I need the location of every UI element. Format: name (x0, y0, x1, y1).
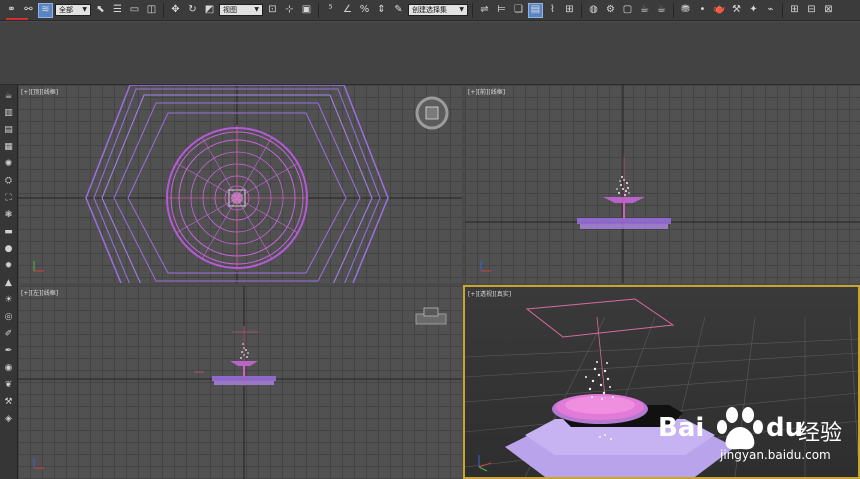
top-view-wireframe (18, 85, 462, 283)
viewport-left[interactable]: [+][左][线框] (18, 286, 462, 479)
viewport-front[interactable]: [+][前][线框] (465, 85, 860, 283)
rendered-frame-icon[interactable]: ▢ (620, 3, 635, 18)
light-bulb-icon[interactable]: ✺ (2, 157, 15, 170)
viewport-label[interactable]: [+][左][线框] (21, 288, 58, 297)
render-shortcut-icon[interactable]: ⛃ (678, 3, 693, 18)
scale-icon[interactable]: ◩ (202, 3, 217, 18)
snaps-toggle-icon[interactable]: ⁵ (323, 3, 338, 18)
maximize-viewport-icon[interactable]: ⊞ (787, 3, 802, 18)
gear-icon[interactable]: ✹ (2, 259, 15, 272)
cone-icon[interactable]: ▲ (2, 276, 15, 289)
mirror-icon[interactable]: ⇌ (477, 3, 492, 18)
render-production-icon[interactable]: ☕ (637, 3, 652, 18)
chevron-down-icon: ▼ (459, 6, 464, 13)
toolbar-divider (782, 2, 783, 18)
angle-snap-icon[interactable]: ∠ (340, 3, 355, 18)
edit-named-selection-icon[interactable]: ✎ (391, 3, 406, 18)
curve-editor-icon[interactable]: ⌇ (545, 3, 560, 18)
viewport-top[interactable]: [+][顶][线框] (18, 85, 462, 283)
ribbon-panel (0, 22, 860, 85)
baidu-url-text: jingyan.baidu.com (720, 448, 831, 462)
rotate-icon[interactable]: ↻ (185, 3, 200, 18)
viewport-label[interactable]: [+][顶][线框] (21, 87, 58, 96)
graphite-tools-icon[interactable]: ▤ (528, 2, 543, 18)
spinner-snap-icon[interactable]: ⇕ (374, 3, 389, 18)
named-selection-value: 创建选择集 (412, 6, 447, 14)
reference-coordinate-dropdown[interactable]: 视图 ▼ (219, 4, 263, 16)
link-tool-underline (6, 18, 28, 20)
spray-icon[interactable]: ✦ (746, 3, 761, 18)
tools-icon[interactable]: ⚒ (2, 395, 15, 408)
side-toolbar: ☕ ▥ ▤ ▦ ✺ ⛭ ⛶ ❃ ▬ ● ✹ ▲ ☀ ◎ ✐ ✒ ◉ ❦ ⚒ ◈ (0, 85, 18, 479)
viewport-label[interactable]: [+][透视][真实] (468, 289, 511, 298)
spacewarp-icon[interactable]: ❃ (2, 208, 15, 221)
percent-snap-icon[interactable]: % (357, 3, 372, 18)
left-view-wireframe (18, 286, 462, 479)
baidu-jingyan-text: 经验 (798, 421, 843, 446)
leaf-icon[interactable]: ❦ (2, 378, 15, 391)
hammer-icon[interactable]: ⚒ (729, 3, 744, 18)
box-icon[interactable]: ▥ (2, 106, 15, 119)
toolbar-divider (318, 2, 319, 18)
reference-coordinate-value: 视图 (223, 6, 237, 14)
rectangular-selection-icon[interactable]: ▭ (127, 3, 142, 18)
toolbar-divider (472, 2, 473, 18)
globe-icon[interactable]: ◉ (2, 361, 15, 374)
helper-icon[interactable]: ⛶ (2, 191, 15, 204)
layer-manager-icon[interactable]: ❏ (511, 3, 526, 18)
selection-filter-dropdown[interactable]: 全部 ▼ (55, 4, 91, 16)
window-crossing-icon[interactable]: ◫ (144, 3, 159, 18)
unlink-icon[interactable]: ⚯ (21, 3, 36, 18)
sphere-icon[interactable]: ● (2, 242, 15, 255)
main-toolbar: ⚭ ⚯ ≋ 全部 ▼ ⬉ ☰ ▭ ◫ ✥ ↻ ◩ 视图 ▼ ⊡ ⊹ ▣ ⁵ ∠ … (0, 0, 860, 21)
grid-panel-icon[interactable]: ▦ (2, 140, 15, 153)
render-iterative-icon[interactable]: ☕ (654, 3, 669, 18)
script-icon[interactable]: ⌁ (763, 3, 778, 18)
viewport-perspective[interactable]: [+][透视][真实] Bai du 经验 jingyan.baidu.com (463, 285, 860, 479)
render-setup-icon[interactable]: ⚙ (603, 3, 618, 18)
material-editor-icon[interactable]: ◍ (586, 3, 601, 18)
palette-icon[interactable]: ◈ (2, 412, 15, 425)
keyboard-shortcut-icon[interactable]: ▣ (299, 3, 314, 18)
align-icon[interactable]: ⊨ (494, 3, 509, 18)
teapot-icon[interactable]: ☕ (2, 89, 15, 102)
camera-icon[interactable]: ⛭ (2, 174, 15, 187)
folder-icon[interactable]: ▬ (2, 225, 15, 238)
light-bulb-icon[interactable]: • (695, 3, 710, 18)
pivot-center-icon[interactable]: ⊡ (265, 3, 280, 18)
named-selection-dropdown[interactable]: 创建选择集 ▼ (408, 4, 468, 16)
toolbar-divider (673, 2, 674, 18)
selection-filter-value: 全部 (59, 6, 73, 14)
previous-frame-icon[interactable]: ⊟ (804, 3, 819, 18)
baidu-watermark: Bai du 经验 jingyan.baidu.com (658, 403, 848, 463)
wrench-icon[interactable]: ✐ (2, 327, 15, 340)
front-view-wireframe (465, 85, 860, 283)
link-icon[interactable]: ⚭ (4, 3, 19, 18)
baidu-brand-text: Bai (658, 413, 705, 443)
select-by-name-icon[interactable]: ☰ (110, 3, 125, 18)
torus-icon[interactable]: ◎ (2, 310, 15, 323)
baidu-paw-icon (717, 407, 763, 450)
chevron-down-icon: ▼ (254, 6, 259, 13)
select-object-icon[interactable]: ⬉ (93, 3, 108, 18)
sun-icon[interactable]: ☀ (2, 293, 15, 306)
teapot-icon[interactable]: 🫖 (712, 3, 727, 18)
panel-icon[interactable]: ▤ (2, 123, 15, 136)
toolbar-divider (581, 2, 582, 18)
toolbar-divider (163, 2, 164, 18)
select-manipulate-icon[interactable]: ⊹ (282, 3, 297, 18)
schematic-view-icon[interactable]: ⊞ (562, 3, 577, 18)
pin-icon[interactable]: ✒ (2, 344, 15, 357)
chevron-down-icon: ▼ (82, 6, 87, 13)
bind-space-warp-icon[interactable]: ≋ (38, 2, 53, 18)
move-icon[interactable]: ✥ (168, 3, 183, 18)
viewport-label[interactable]: [+][前][线框] (468, 87, 505, 96)
next-frame-icon[interactable]: ⊠ (821, 3, 836, 18)
